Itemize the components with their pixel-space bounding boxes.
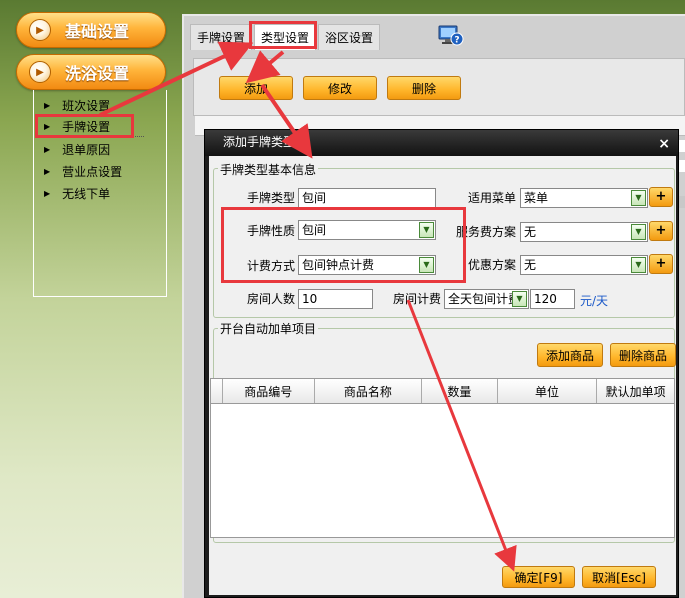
discount-plan-select[interactable]: 无 ▼ xyxy=(520,255,648,275)
sidebar-item-label: 班次设置 xyxy=(62,98,111,113)
cancel-label: 取消[Esc] xyxy=(592,570,646,585)
sidebar-item-refund-reasons[interactable]: ▶ 退单原因 xyxy=(44,139,144,159)
dialog-title: 添加手牌类型 xyxy=(223,135,296,149)
play-icon: ▶ xyxy=(29,19,51,41)
delete-goods-button[interactable]: 删除商品 xyxy=(610,343,676,367)
chevron-down-icon[interactable]: ▼ xyxy=(512,291,527,307)
nav-bath-settings[interactable]: ▶ 洗浴设置 xyxy=(16,54,166,90)
confirm-button[interactable]: 确定[F9] xyxy=(502,566,575,588)
triangle-right-icon: ▶ xyxy=(44,100,51,110)
dialog-title-bar: 添加手牌类型 × xyxy=(205,130,678,156)
svg-text:?: ? xyxy=(454,36,459,46)
chevron-down-icon[interactable]: ▼ xyxy=(631,257,646,273)
chevron-down-icon[interactable]: ▼ xyxy=(631,224,646,240)
cancel-button[interactable]: 取消[Esc] xyxy=(582,566,656,588)
annotation-highlight-type-tab xyxy=(249,21,317,49)
delete-button-label: 删除 xyxy=(411,81,436,96)
sidebar-item-shift-settings[interactable]: ▶ 班次设置 xyxy=(44,95,144,115)
service-fee-value: 无 xyxy=(524,225,537,239)
confirm-label: 确定[F9] xyxy=(514,570,563,585)
applicable-menu-select[interactable]: 菜单 ▼ xyxy=(520,188,648,208)
triangle-right-icon: ▶ xyxy=(44,188,51,198)
sidebar-item-label: 无线下单 xyxy=(62,186,111,201)
sidebar-item-label: 营业点设置 xyxy=(62,164,123,179)
nav-basic-settings[interactable]: ▶ 基础设置 xyxy=(16,12,166,48)
chevron-down-icon[interactable]: ▼ xyxy=(631,190,646,206)
close-icon[interactable]: × xyxy=(658,132,670,156)
grid-col-unit[interactable]: 单位 xyxy=(498,379,598,403)
delete-goods-label: 删除商品 xyxy=(618,348,667,363)
monitor-help-icon[interactable]: ? xyxy=(438,25,464,47)
edit-button[interactable]: 修改 xyxy=(303,76,377,100)
sidebar-item-business-point[interactable]: ▶ 营业点设置 xyxy=(44,161,144,181)
room-people-input[interactable]: 10 xyxy=(298,289,373,309)
add-menu-button[interactable]: + xyxy=(649,187,673,207)
card-type-label: 手牌类型 xyxy=(246,191,295,205)
table-row xyxy=(678,140,685,152)
applicable-menu-label: 适用菜单 xyxy=(467,191,516,205)
tab-label: 浴区设置 xyxy=(325,31,374,45)
add-service-fee-button[interactable]: + xyxy=(649,221,673,241)
add-button[interactable]: 添加 xyxy=(219,76,293,100)
sidebar: ▶ 基础设置 ▶ 洗浴设置 ▶ 班次设置 ▶ 手牌设置 ▶ 退单原因 ▶ 营业点… xyxy=(0,0,178,598)
add-goods-label: 添加商品 xyxy=(545,348,594,363)
nav-basic-settings-label: 基础设置 xyxy=(65,22,130,41)
play-icon: ▶ xyxy=(29,61,51,83)
triangle-right-icon: ▶ xyxy=(44,144,51,154)
sidebar-item-label: 退单原因 xyxy=(62,142,111,157)
room-billing-label: 房间计费 xyxy=(392,292,441,306)
room-billing-unit: 元/天 xyxy=(580,294,609,308)
basic-info-group-title: 手牌类型基本信息 xyxy=(218,161,319,178)
annotation-highlight-nature-billing xyxy=(221,207,466,283)
room-billing-amount-input[interactable]: 120 xyxy=(530,289,575,309)
discount-plan-value: 无 xyxy=(524,258,537,272)
nav-bath-settings-label: 洗浴设置 xyxy=(65,64,130,83)
room-billing-select[interactable]: 全天包间计费 ▼ xyxy=(444,289,529,309)
triangle-right-icon: ▶ xyxy=(44,166,51,176)
tab-bath-zone-settings[interactable]: 浴区设置 xyxy=(318,24,381,50)
add-goods-button[interactable]: 添加商品 xyxy=(537,343,603,367)
edit-button-label: 修改 xyxy=(327,81,352,96)
add-button-label: 添加 xyxy=(243,81,268,96)
sidebar-item-wireless-order[interactable]: ▶ 无线下单 xyxy=(44,183,144,203)
grid-row-indicator xyxy=(211,379,223,403)
goods-grid-body[interactable] xyxy=(210,404,675,538)
grid-col-quantity[interactable]: 数量 xyxy=(422,379,498,403)
tab-card-settings[interactable]: 手牌设置 xyxy=(190,24,253,50)
goods-grid-header: 商品编号 商品名称 数量 单位 默认加单项 xyxy=(210,378,675,404)
room-billing-value: 全天包间计费 xyxy=(448,292,521,306)
tab-label: 手牌设置 xyxy=(197,31,246,45)
applicable-menu-value: 菜单 xyxy=(524,191,549,205)
grid-col-goods-code[interactable]: 商品编号 xyxy=(223,379,315,403)
room-people-label: 房间人数 xyxy=(246,292,295,306)
table-row xyxy=(678,160,685,172)
grid-col-goods-name[interactable]: 商品名称 xyxy=(315,379,423,403)
annotation-highlight-card-settings xyxy=(35,114,134,138)
add-discount-plan-button[interactable]: + xyxy=(649,254,673,274)
card-type-input[interactable]: 包间 xyxy=(298,188,436,208)
grid-col-default-add[interactable]: 默认加单项 xyxy=(597,379,674,403)
service-fee-select[interactable]: 无 ▼ xyxy=(520,222,648,242)
delete-button[interactable]: 删除 xyxy=(387,76,461,100)
auto-add-items-group-title: 开台自动加单项目 xyxy=(218,320,319,337)
table-row xyxy=(678,196,685,208)
